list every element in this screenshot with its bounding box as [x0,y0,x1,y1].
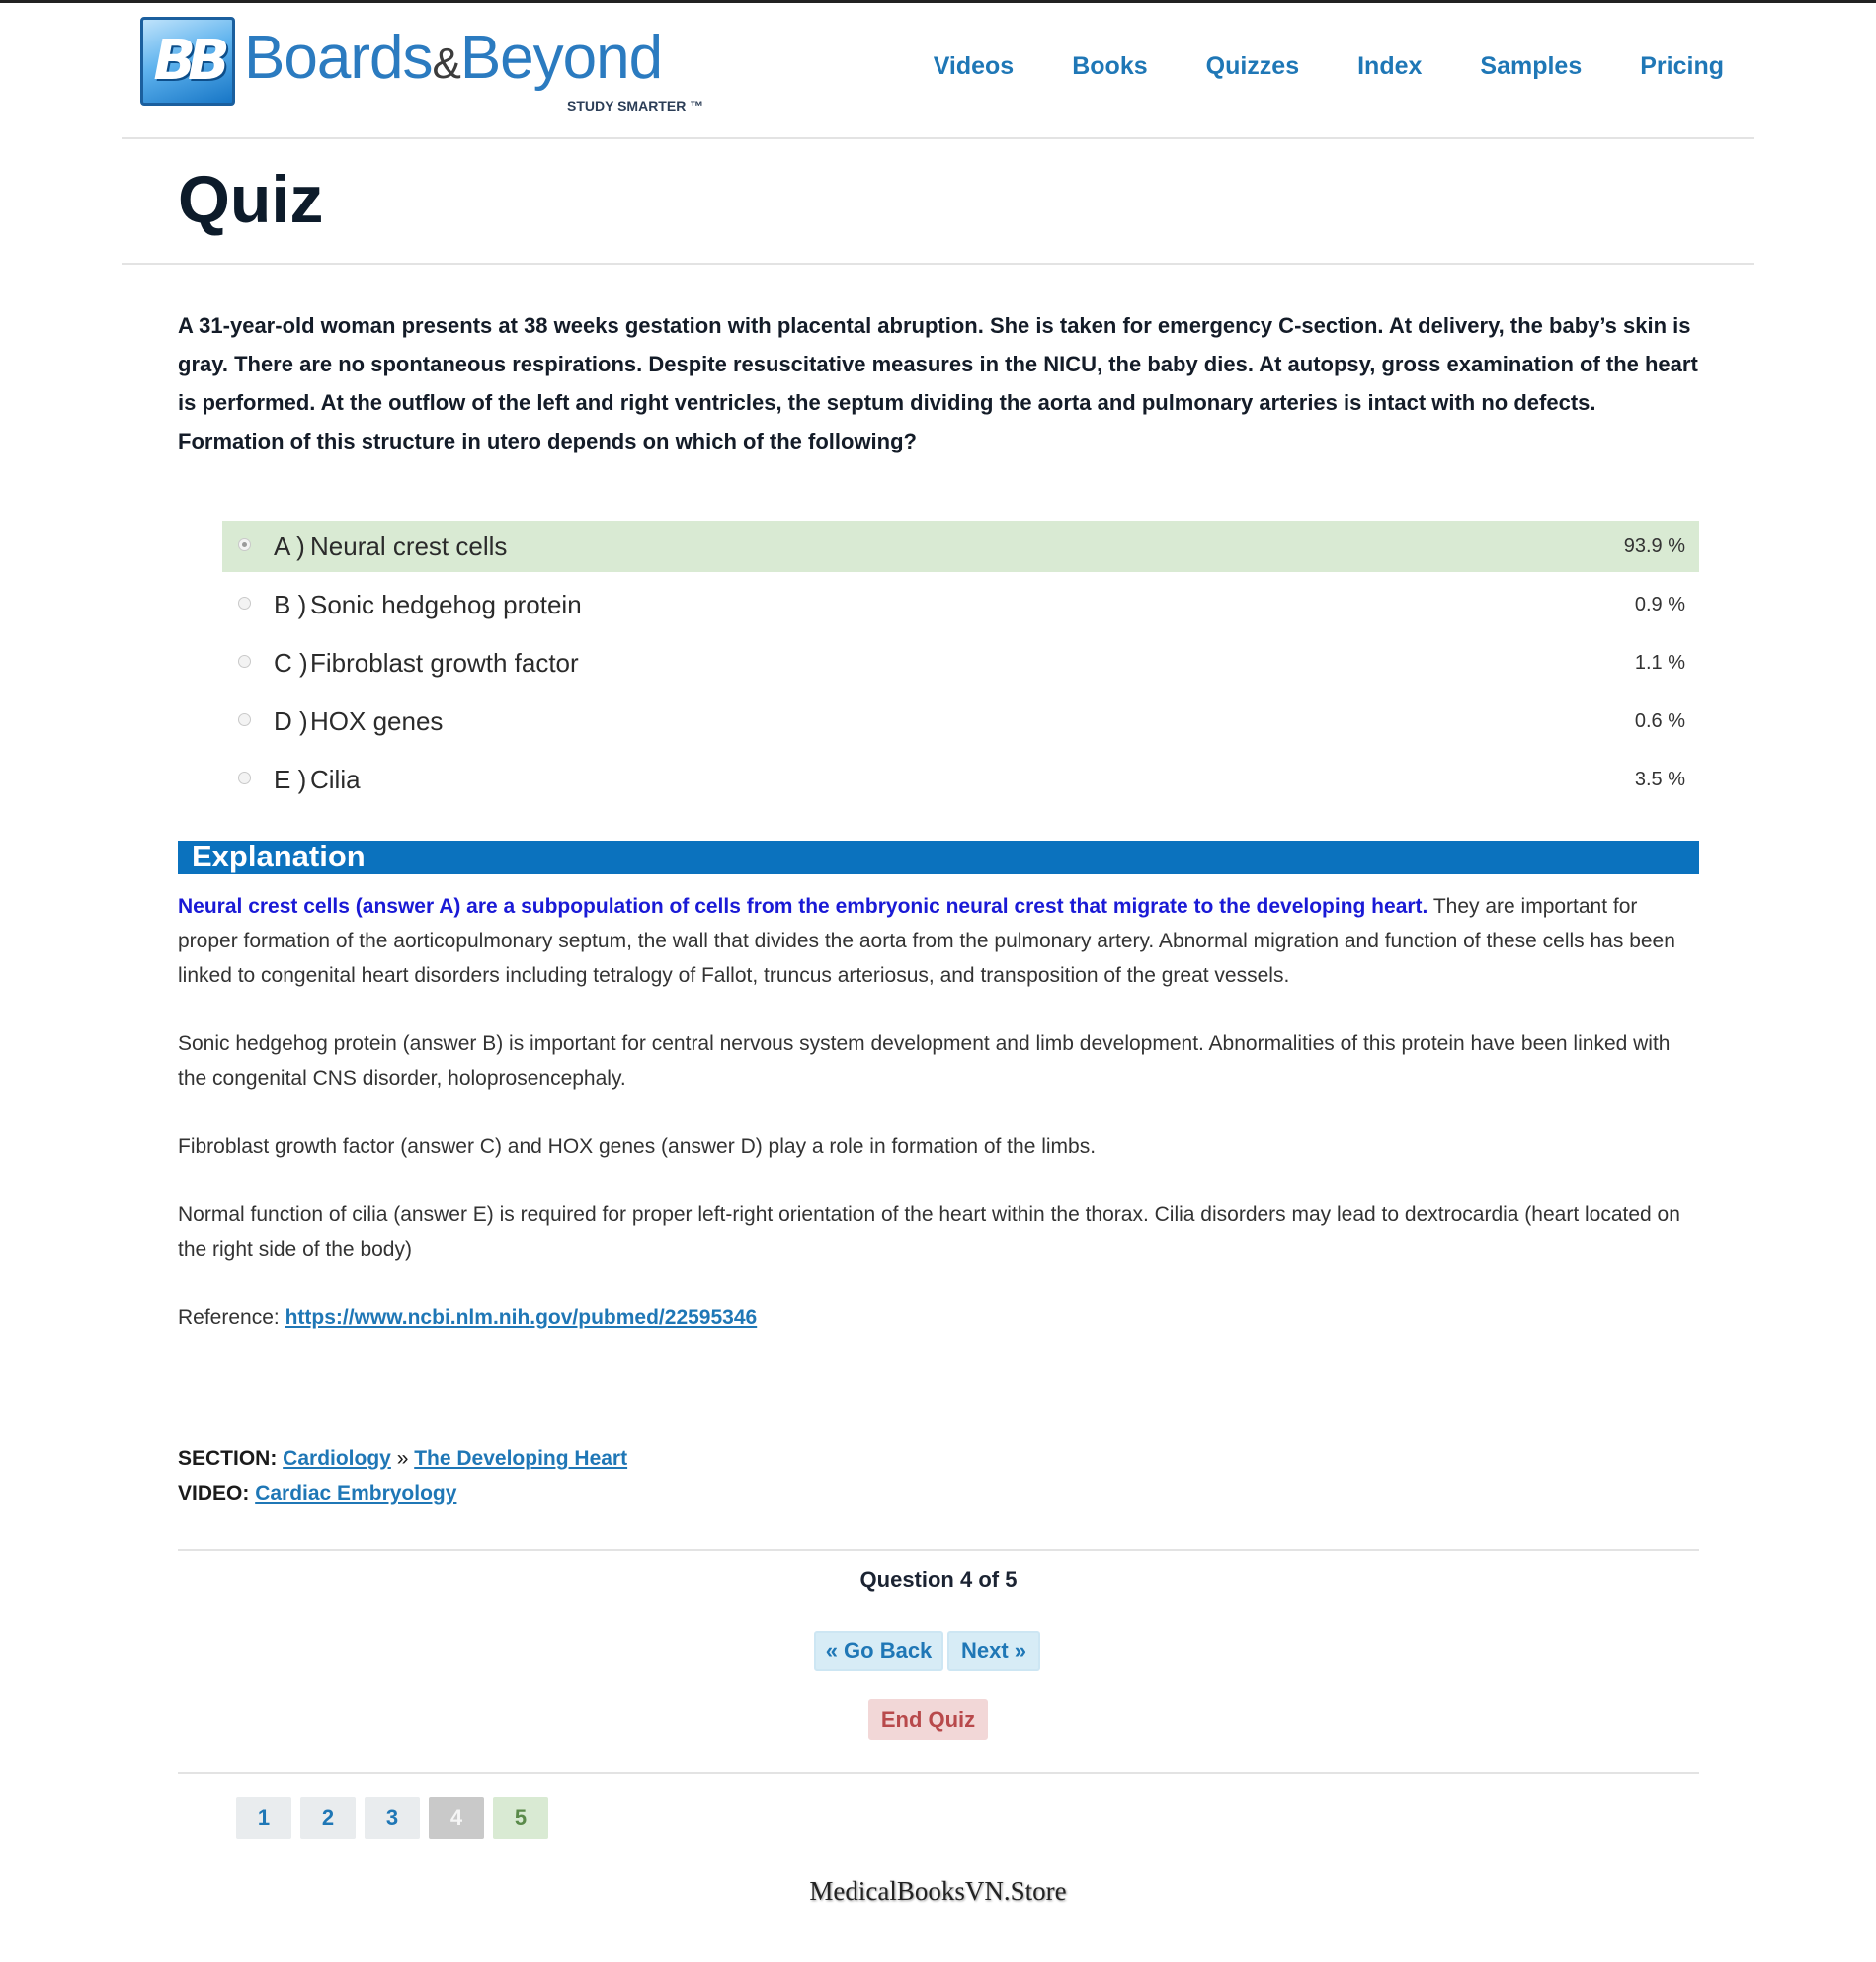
section-link-developing-heart[interactable]: The Developing Heart [414,1447,627,1470]
explanation-body: Neural crest cells (answer A) are a subp… [178,889,1699,1368]
pager-question-1[interactable]: 1 [236,1797,291,1839]
question-stem: A 31-year-old woman presents at 38 weeks… [178,313,1698,453]
logo-word-boards: Boards [244,24,433,92]
nav-pricing[interactable]: Pricing [1640,52,1724,81]
section-link-cardiology[interactable]: Cardiology [283,1447,391,1470]
answer-option-c[interactable]: C ) Fibroblast growth factor 1.1 % [222,637,1699,689]
logo-wordmark: Boards&Beyond [244,23,663,93]
breadcrumb-separator: » [390,1447,415,1470]
logo-tagline: STUDY SMARTER ™ [567,98,704,114]
question-progress: Question 4 of 5 [859,1567,1018,1592]
answer-text: Cilia [310,764,361,794]
explanation-key-point: Neural crest cells (answer A) are a subp… [178,895,1428,918]
next-button[interactable]: Next » [947,1631,1040,1671]
answer-text: Fibroblast growth factor [310,647,579,678]
video-line: VIDEO: Cardiac Embryology [178,1476,1699,1511]
radio-button-icon[interactable] [238,655,251,668]
main-nav: Videos Books Quizzes Index Samples Prici… [875,52,1724,81]
divider-top [178,1549,1699,1551]
site-header: BB Boards&Beyond STUDY SMARTER ™ Videos … [122,3,1754,139]
answer-text: HOX genes [310,705,444,736]
nav-index[interactable]: Index [1357,52,1422,81]
radio-button-icon[interactable] [238,597,251,610]
end-quiz-button[interactable]: End Quiz [868,1699,988,1740]
pager-question-4[interactable]: 4 [429,1797,484,1839]
explanation-header: Explanation [178,839,1699,874]
answer-percentage: 0.9 % [1634,593,1685,615]
answer-letter: E ) [274,764,307,794]
logo-badge-icon: BB [140,17,235,106]
logo-word-beyond: Beyond [459,24,663,92]
explanation-paragraph-3: Fibroblast growth factor (answer C) and … [178,1135,1097,1158]
answer-option-a[interactable]: A ) Neural crest cells 93.9 % [222,521,1699,572]
answer-letter: D ) [274,705,308,736]
video-link[interactable]: Cardiac Embryology [255,1482,456,1505]
nav-quizzes[interactable]: Quizzes [1206,52,1299,81]
page-title: Quiz [178,162,324,237]
nav-button-group: « Go Back Next » [814,1631,1040,1671]
answer-text: Neural crest cells [310,531,508,561]
reference-label: Reference: [178,1306,285,1329]
answer-option-b[interactable]: B ) Sonic hedgehog protein 0.9 % [222,579,1699,630]
question-pager: 1 2 3 4 5 [236,1797,557,1839]
answer-percentage: 93.9 % [1623,534,1685,557]
go-back-button[interactable]: « Go Back [814,1631,943,1671]
quiz-meta: SECTION: Cardiology » The Developing Hea… [178,1441,1699,1511]
answer-letter: A ) [274,531,305,561]
radio-button-icon[interactable] [238,713,251,726]
answer-percentage: 0.6 % [1634,709,1685,732]
pager-question-3[interactable]: 3 [365,1797,420,1839]
reference-line: Reference: https://www.ncbi.nlm.nih.gov/… [178,1300,1699,1335]
answer-option-e[interactable]: E ) Cilia 3.5 % [222,754,1699,805]
pager-question-2[interactable]: 2 [300,1797,356,1839]
section-label: SECTION: [178,1447,284,1470]
answer-percentage: 3.5 % [1634,768,1685,790]
logo-ampersand: & [432,40,460,88]
nav-books[interactable]: Books [1072,52,1147,81]
answer-letter: B ) [274,589,307,619]
nav-samples[interactable]: Samples [1480,52,1582,81]
explanation-paragraph-4: Normal function of cilia (answer E) is r… [178,1203,1680,1261]
watermark: MedicalBooksVN.Store [809,1876,1067,1906]
divider-bottom [178,1772,1699,1774]
reference-link[interactable]: https://www.ncbi.nlm.nih.gov/pubmed/2259… [285,1306,758,1329]
answer-letter: C ) [274,647,308,678]
video-label: VIDEO: [178,1482,256,1505]
radio-button-icon[interactable] [238,772,251,784]
answer-option-d[interactable]: D ) HOX genes 0.6 % [222,695,1699,747]
nav-videos[interactable]: Videos [934,52,1015,81]
pager-question-5[interactable]: 5 [493,1797,548,1839]
title-bar: Quiz [122,137,1754,265]
section-line: SECTION: Cardiology » The Developing Hea… [178,1441,1699,1476]
answer-percentage: 1.1 % [1634,651,1685,674]
radio-button-icon[interactable] [238,538,251,551]
explanation-paragraph-1: Neural crest cells (answer A) are a subp… [178,889,1699,993]
explanation-heading: Explanation [192,839,366,873]
answer-text: Sonic hedgehog protein [310,589,582,619]
explanation-paragraph-2: Sonic hedgehog protein (answer B) is imp… [178,1032,1671,1090]
answer-list: A ) Neural crest cells 93.9 % B ) Sonic … [222,521,1699,812]
